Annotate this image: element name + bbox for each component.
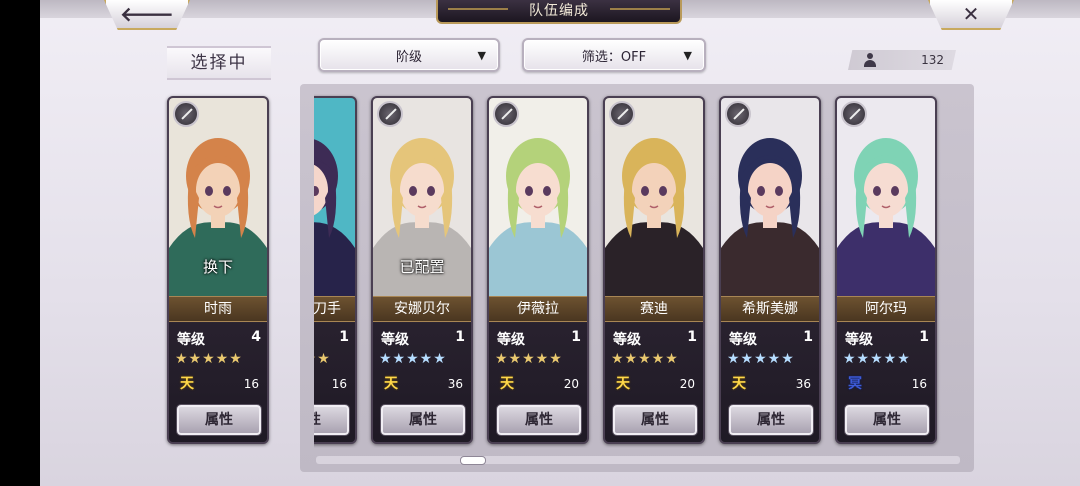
card-status-label: 换下 [202,258,233,276]
level-value: 1 [455,329,465,345]
unit-card[interactable]: 希斯美娜 等级 1 ★★★★★ 天 36 属性 [719,96,821,444]
rarity-stars: ★★★★★ [379,351,447,367]
grade-sort-label: 阶级 [395,49,422,65]
character-name: 希斯美娜 [721,296,819,322]
unit-card[interactable]: 碧光镰刀手 等级 1 ★★★★★ 冥 16 属性 [314,96,357,444]
character-portrait [721,98,819,296]
character-portrait [314,98,355,296]
card-stats: 等级 1 ★★★★★ 冥 16 属性 [837,323,935,442]
selecting-tab[interactable]: 选择中 [167,46,271,80]
class-icon [493,101,519,127]
class-icon [377,101,403,127]
card-stats: 等级 4 ★★★★★ 天 16 属性 [169,323,267,442]
attributes-button[interactable]: 属性 [845,405,929,435]
card-stats: 等级 1 ★★★★★ 天 20 属性 [605,323,703,442]
rarity-stars: ★★★★★ [843,351,911,367]
cost-value: 36 [447,377,463,391]
attributes-button[interactable]: 属性 [729,405,813,435]
cost-value: 16 [911,377,927,391]
level-value: 1 [571,329,581,345]
back-button[interactable]: 🡐 [104,0,190,30]
unit-card[interactable]: 已配置 安娜贝尔 等级 1 ★★★★★ 天 36 属性 [371,96,473,444]
rarity-stars: ★★★★★ [175,351,243,367]
page-title: 队伍编成 [436,0,682,24]
filter-dropdown[interactable]: 筛选：OFF ▼ [522,38,706,72]
character-name: 伊薇拉 [489,296,587,322]
class-icon [173,101,199,127]
rarity-stars: ★★★★★ [314,351,331,367]
unit-count-badge: 132 [848,50,956,70]
attributes-button[interactable]: 属性 [613,405,697,435]
cost-value: 16 [243,377,259,391]
character-name: 阿尔玛 [837,296,935,322]
class-icon [609,101,635,127]
rarity-stars: ★★★★★ [611,351,679,367]
character-portrait [489,98,587,296]
element-icon: 天 [732,376,746,392]
scrollbar-thumb[interactable] [460,456,486,465]
attributes-button[interactable]: 属性 [314,405,349,435]
element-icon: 天 [500,376,514,392]
level-value: 4 [251,329,261,345]
attributes-button[interactable]: 属性 [497,405,581,435]
level-value: 1 [339,329,349,345]
level-value: 1 [919,329,929,345]
element-icon: 天 [384,376,398,392]
character-name: 时雨 [169,296,267,322]
character-portrait [605,98,703,296]
filter-label: 筛选：OFF [581,49,647,65]
cost-value: 36 [795,377,811,391]
character-name: 碧光镰刀手 [314,296,355,322]
character-name: 赛迪 [605,296,703,322]
cost-value: 16 [331,377,347,391]
close-icon: ✕ [962,2,980,26]
dropdown-arrow-icon: ▼ [683,49,692,62]
unit-card[interactable]: 伊薇拉 等级 1 ★★★★★ 天 20 属性 [487,96,589,444]
class-icon [725,101,751,127]
card-stats: 等级 1 ★★★★★ 天 36 属性 [721,323,819,442]
level-label: 等级 [381,332,409,348]
level-label: 等级 [845,332,873,348]
level-value: 1 [803,329,813,345]
unit-count: 132 [921,53,944,67]
cost-value: 20 [679,377,695,391]
element-icon: 天 [616,376,630,392]
class-icon [841,101,867,127]
level-label: 等级 [497,332,525,348]
card-stats: 等级 1 ★★★★★ 天 36 属性 [373,323,471,442]
person-icon [864,53,876,67]
element-icon: 天 [180,376,194,392]
element-icon: 冥 [848,376,862,392]
unit-card-list[interactable]: 碧光镰刀手 等级 1 ★★★★★ 冥 16 属性 已配置 安娜贝尔 等级 1 ★… [314,94,960,448]
horizontal-scrollbar[interactable] [316,456,960,464]
card-status-label: 已配置 [399,258,445,276]
card-stats: 等级 1 ★★★★★ 天 20 属性 [489,323,587,442]
cost-value: 20 [563,377,579,391]
rarity-stars: ★★★★★ [495,351,563,367]
team-formation-screen: 🡐 队伍编成 ✕ 选择中 阶级 ▼ 筛选：OFF ▼ 132 换下 时雨 等级 … [40,0,1080,486]
back-arrow-icon: 🡐 [120,2,174,26]
dropdown-arrow-icon: ▼ [477,49,486,62]
unit-card[interactable]: 阿尔玛 等级 1 ★★★★★ 冥 16 属性 [835,96,937,444]
level-label: 等级 [729,332,757,348]
unit-card[interactable]: 赛迪 等级 1 ★★★★★ 天 20 属性 [603,96,705,444]
attributes-button[interactable]: 属性 [177,405,261,435]
level-value: 1 [687,329,697,345]
attributes-button[interactable]: 属性 [381,405,465,435]
level-label: 等级 [613,332,641,348]
character-portrait [837,98,935,296]
rarity-stars: ★★★★★ [727,351,795,367]
selected-unit-card[interactable]: 换下 时雨 等级 4 ★★★★★ 天 16 属性 [167,96,269,444]
card-stats: 等级 1 ★★★★★ 冥 16 属性 [314,323,355,442]
close-button[interactable]: ✕ [928,0,1014,30]
character-name: 安娜贝尔 [373,296,471,322]
level-label: 等级 [177,332,205,348]
grade-sort-dropdown[interactable]: 阶级 ▼ [318,38,500,72]
